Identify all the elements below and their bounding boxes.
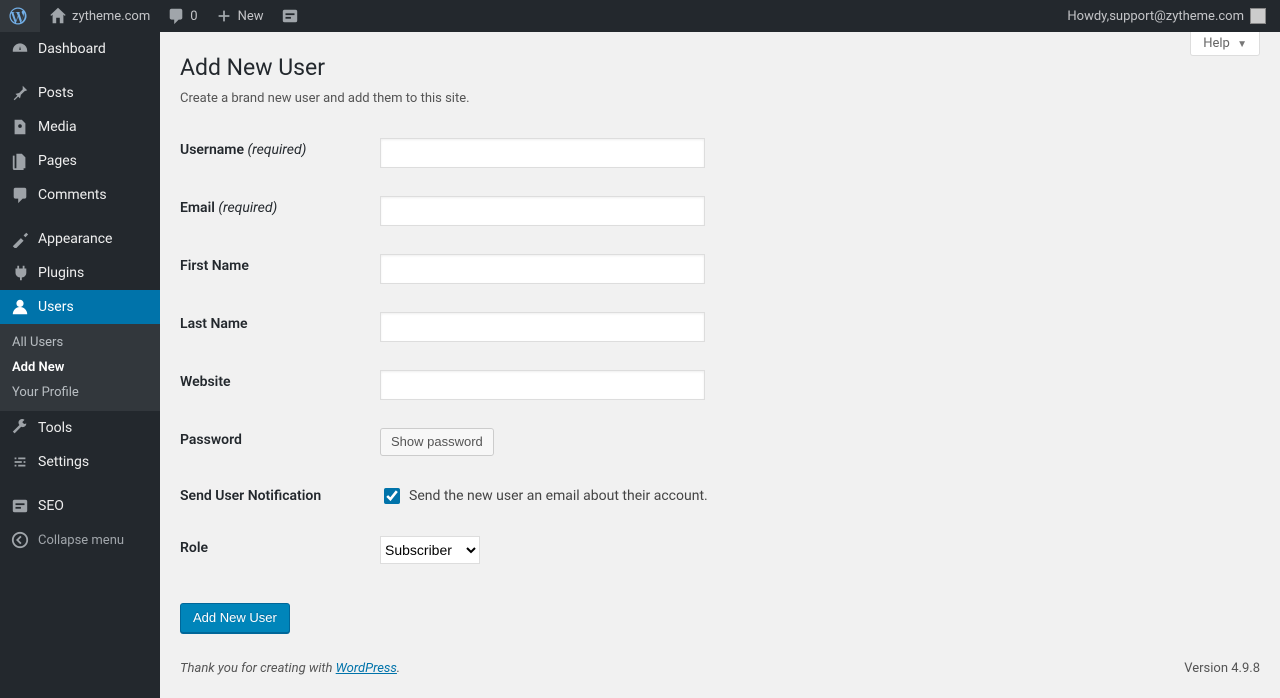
comment-icon — [166, 6, 186, 26]
submenu-add-new[interactable]: Add New — [0, 355, 160, 380]
seo-adminbar-item[interactable] — [272, 0, 312, 32]
notification-label: Send User Notification — [180, 488, 321, 504]
submenu-all-users[interactable]: All Users — [0, 330, 160, 355]
avatar — [1250, 8, 1266, 24]
sidebar-item-posts[interactable]: Posts — [0, 76, 160, 110]
site-name-menu[interactable]: zytheme.com — [40, 0, 158, 32]
website-label: Website — [180, 374, 231, 390]
seo-icon — [10, 496, 30, 516]
sidebar-item-label: Posts — [38, 85, 74, 101]
help-label: Help — [1203, 36, 1230, 51]
sidebar-item-plugins[interactable]: Plugins — [0, 256, 160, 290]
sidebar-item-label: Comments — [38, 187, 107, 203]
sidebar-item-label: Appearance — [38, 231, 112, 247]
page-title: Add New User — [180, 54, 1260, 81]
new-content-label: New — [238, 9, 264, 24]
footer-thanks: Thank you for creating with WordPress. — [180, 661, 400, 676]
plus-icon — [214, 6, 234, 26]
my-account-menu[interactable]: Howdy, support@zytheme.com — [1059, 0, 1274, 32]
required-suffix: (required) — [247, 142, 306, 158]
chevron-down-icon: ▼ — [1237, 39, 1247, 50]
sidebar-item-seo[interactable]: SEO — [0, 489, 160, 523]
current-user-name: support@zytheme.com — [1109, 9, 1244, 24]
role-label: Role — [180, 540, 208, 556]
email-label: Email — [180, 200, 215, 216]
wordpress-logo-icon — [8, 6, 28, 26]
username-input[interactable] — [380, 138, 705, 168]
users-icon — [10, 297, 30, 317]
sidebar-item-label: Settings — [38, 454, 89, 470]
required-suffix: (required) — [218, 200, 277, 216]
sidebar-item-comments[interactable]: Comments — [0, 178, 160, 212]
plugins-icon — [10, 263, 30, 283]
footer-version: Version 4.9.8 — [1184, 661, 1260, 676]
sidebar-item-tools[interactable]: Tools — [0, 411, 160, 445]
collapse-label: Collapse menu — [38, 533, 124, 548]
collapse-icon — [10, 530, 30, 550]
username-label: Username — [180, 142, 244, 158]
submenu-your-profile[interactable]: Your Profile — [0, 380, 160, 405]
sidebar-item-dashboard[interactable]: Dashboard — [0, 32, 160, 66]
sidebar-item-label: Tools — [38, 420, 72, 436]
page-description: Create a brand new user and add them to … — [180, 91, 1260, 106]
comments-icon — [10, 185, 30, 205]
wordpress-link[interactable]: WordPress — [336, 661, 397, 676]
sidebar-item-appearance[interactable]: Appearance — [0, 222, 160, 256]
appearance-icon — [10, 229, 30, 249]
first-name-input[interactable] — [380, 254, 705, 284]
last-name-input[interactable] — [380, 312, 705, 342]
site-name-label: zytheme.com — [72, 9, 150, 24]
sidebar-item-label: Users — [38, 299, 74, 315]
sidebar-item-label: Dashboard — [38, 41, 106, 57]
comments-menu[interactable]: 0 — [158, 0, 205, 32]
settings-icon — [10, 452, 30, 472]
show-password-button[interactable]: Show password — [380, 428, 494, 456]
notification-checkbox-label[interactable]: Send the new user an email about their a… — [380, 485, 708, 507]
media-icon — [10, 117, 30, 137]
notification-checkbox[interactable] — [384, 488, 400, 504]
help-tab[interactable]: Help ▼ — [1190, 32, 1260, 56]
pages-icon — [10, 151, 30, 171]
sidebar-item-label: Pages — [38, 153, 77, 169]
pin-icon — [10, 83, 30, 103]
first-name-label: First Name — [180, 258, 249, 274]
users-submenu: All Users Add New Your Profile — [0, 324, 160, 411]
sidebar-item-users[interactable]: Users — [0, 290, 160, 324]
last-name-label: Last Name — [180, 316, 248, 332]
notification-text: Send the new user an email about their a… — [409, 488, 708, 504]
seo-top-icon — [280, 6, 300, 26]
sidebar-item-media[interactable]: Media — [0, 110, 160, 144]
sidebar-item-label: SEO — [38, 498, 64, 514]
sidebar-item-settings[interactable]: Settings — [0, 445, 160, 479]
email-input[interactable] — [380, 196, 705, 226]
sidebar-item-label: Plugins — [38, 265, 84, 281]
website-input[interactable] — [380, 370, 705, 400]
role-select[interactable]: Subscriber — [380, 536, 480, 564]
add-new-user-button[interactable]: Add New User — [180, 603, 290, 633]
dashboard-icon — [10, 39, 30, 59]
sidebar-item-label: Media — [38, 119, 77, 135]
comments-count: 0 — [190, 9, 197, 24]
collapse-menu-button[interactable]: Collapse menu — [0, 523, 160, 557]
sidebar-item-pages[interactable]: Pages — [0, 144, 160, 178]
wp-logo-menu[interactable] — [0, 0, 40, 32]
tools-icon — [10, 418, 30, 438]
new-content-menu[interactable]: New — [206, 0, 272, 32]
home-icon — [48, 6, 68, 26]
howdy-prefix: Howdy, — [1067, 9, 1109, 24]
password-label: Password — [180, 432, 242, 448]
